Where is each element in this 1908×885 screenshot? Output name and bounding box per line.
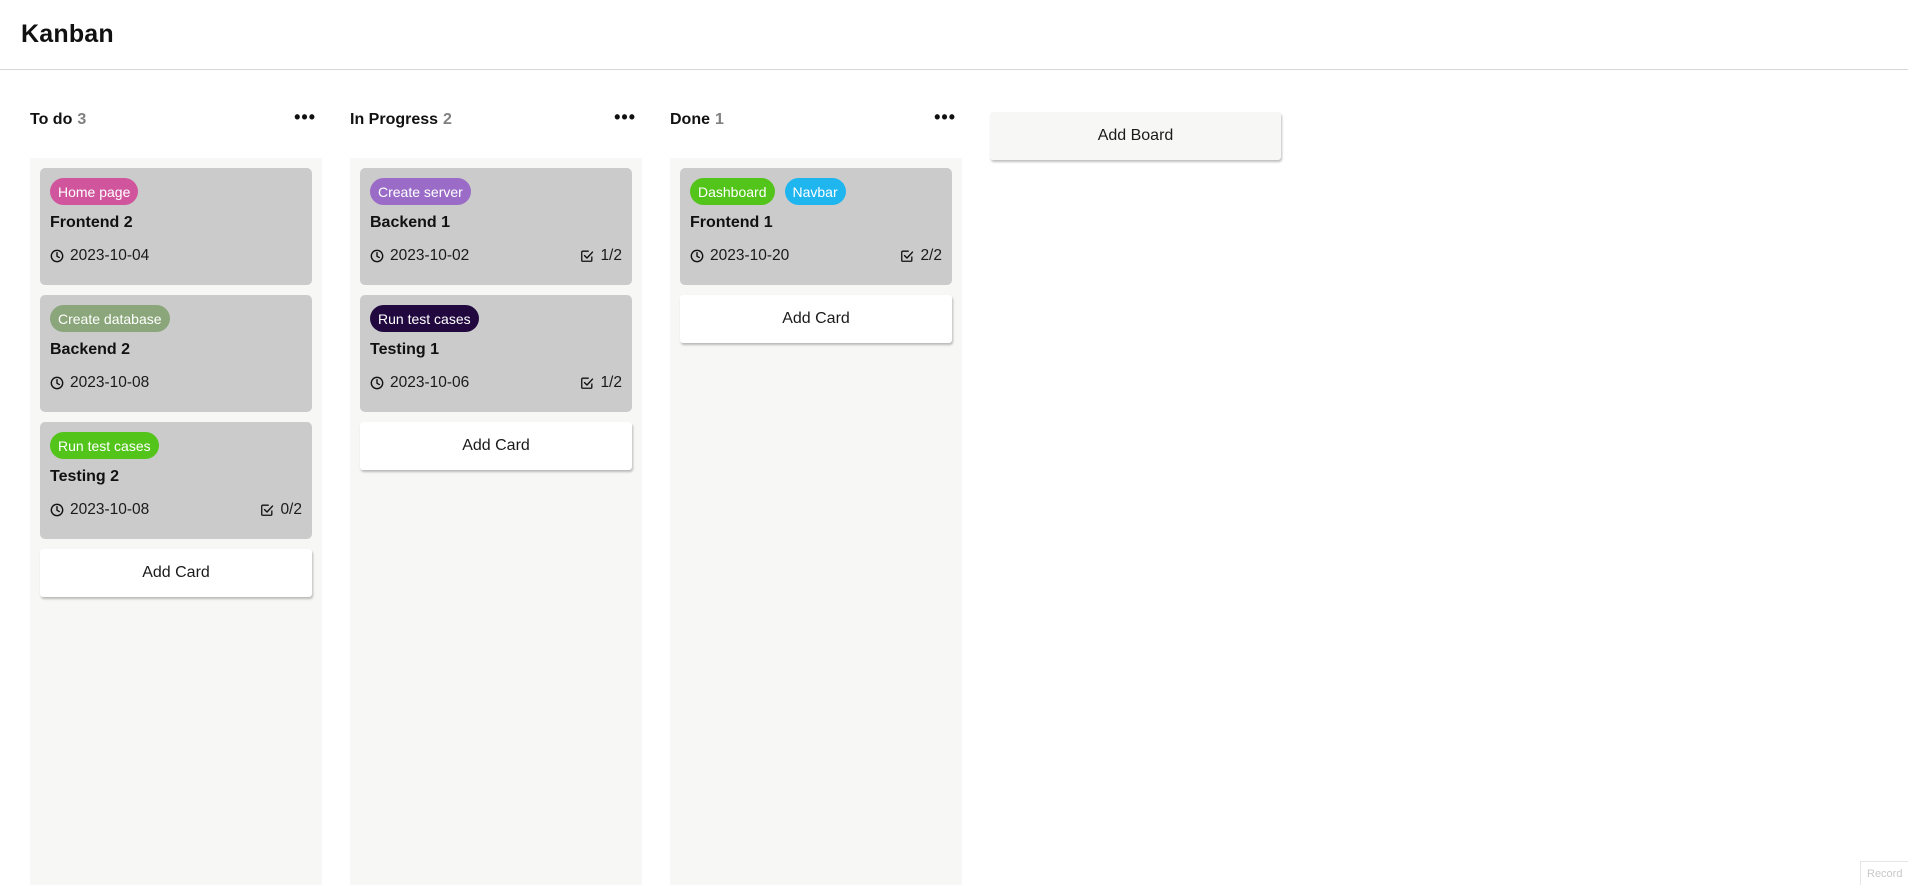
card-title: Backend 2: [50, 341, 131, 358]
board-cards-area: Create server Backend 1 2023-10-02 1/2 R…: [350, 158, 642, 885]
card-date-text: 2023-10-06: [390, 374, 470, 391]
card-title: Testing 1: [370, 341, 440, 358]
app-header: Kanban: [0, 0, 1908, 70]
card-label: Create database: [50, 305, 170, 332]
checkbox-icon: [901, 250, 914, 262]
card-date: 2023-10-20: [690, 247, 789, 265]
board-title: To do 3: [30, 111, 86, 129]
clock-icon: [50, 249, 64, 263]
checkbox-icon: [261, 504, 274, 516]
add-card-button[interactable]: Add Card: [40, 549, 312, 597]
board-card-count: 2: [443, 111, 452, 128]
card-labels: Run test cases: [370, 305, 622, 332]
card-label: Run test cases: [370, 305, 479, 332]
card[interactable]: Run test cases Testing 2 2023-10-08 0/2: [40, 422, 312, 539]
card-label: Create server: [370, 178, 471, 205]
board-card-count: 1: [715, 111, 724, 128]
card-tasks: 1/2: [580, 247, 622, 265]
board-in-progress: In Progress 2 ••• Create server Backend …: [350, 70, 642, 885]
card-tasks-text: 2/2: [920, 247, 942, 264]
board-done: Done 1 ••• Dashboard Navbar Frontend 1 2…: [670, 70, 962, 885]
clock-icon: [370, 376, 384, 390]
card-tasks-text: 1/2: [600, 247, 622, 264]
card-labels: Run test cases: [50, 432, 302, 459]
board-cards-area: Home page Frontend 2 2023-10-04 Create d…: [30, 158, 322, 885]
more-horizontal-icon[interactable]: •••: [932, 108, 958, 132]
card-title: Frontend 2: [50, 214, 133, 231]
corner-badge: Record: [1860, 861, 1908, 885]
clock-icon: [50, 503, 64, 517]
add-card-button[interactable]: Add Card: [360, 422, 632, 470]
card-date: 2023-10-08: [50, 501, 149, 519]
app-title: Kanban: [21, 20, 114, 48]
card-date: 2023-10-06: [370, 374, 469, 392]
card-footer: 2023-10-06 1/2: [370, 374, 622, 392]
card-labels: Home page: [50, 178, 302, 205]
card-footer: 2023-10-08: [50, 374, 302, 392]
card-label: Run test cases: [50, 432, 159, 459]
checkbox-icon: [581, 377, 594, 389]
add-card-button[interactable]: Add Card: [680, 295, 952, 343]
boards-container: To do 3 ••• Home page Frontend 2 2023-10…: [0, 70, 1908, 885]
card-date: 2023-10-08: [50, 374, 149, 392]
card[interactable]: Dashboard Navbar Frontend 1 2023-10-20 2…: [680, 168, 952, 285]
board-title: Done 1: [670, 111, 724, 129]
card-tasks: 0/2: [260, 501, 302, 519]
card[interactable]: Create database Backend 2 2023-10-08: [40, 295, 312, 412]
board-title-text: To do: [30, 111, 73, 128]
card-label: Navbar: [784, 178, 846, 205]
more-horizontal-icon[interactable]: •••: [292, 108, 318, 132]
card[interactable]: Home page Frontend 2 2023-10-04: [40, 168, 312, 285]
board-header: To do 3 •••: [30, 70, 322, 158]
board-header: In Progress 2 •••: [350, 70, 642, 158]
kanban-app: Kanban To do 3 ••• Home page Frontend 2: [0, 0, 1908, 885]
card-label: Home page: [50, 178, 139, 205]
more-horizontal-icon[interactable]: •••: [612, 108, 638, 132]
card[interactable]: Run test cases Testing 1 2023-10-06 1/2: [360, 295, 632, 412]
board-cards-area: Dashboard Navbar Frontend 1 2023-10-20 2…: [670, 158, 962, 885]
clock-icon: [50, 376, 64, 390]
board-title: In Progress 2: [350, 111, 452, 129]
clock-icon: [690, 249, 704, 263]
board-title-text: In Progress: [350, 111, 439, 128]
card-footer: 2023-10-04: [50, 247, 302, 265]
card-footer: 2023-10-08 0/2: [50, 501, 302, 519]
card-date: 2023-10-02: [370, 247, 469, 265]
card-date-text: 2023-10-08: [70, 374, 150, 391]
card-date: 2023-10-04: [50, 247, 149, 265]
card-label: Dashboard: [690, 178, 775, 205]
add-board-area: Add Board: [990, 70, 1281, 160]
card-labels: Create database: [50, 305, 302, 332]
card-title: Backend 1: [370, 214, 451, 231]
card-labels: Create server: [370, 178, 622, 205]
card-date-text: 2023-10-02: [390, 247, 470, 264]
card-footer: 2023-10-02 1/2: [370, 247, 622, 265]
card-tasks: 2/2: [900, 247, 942, 265]
card-tasks: 1/2: [580, 374, 622, 392]
card-date-text: 2023-10-04: [70, 247, 150, 264]
board-title-text: Done: [670, 111, 710, 128]
board-to-do: To do 3 ••• Home page Frontend 2 2023-10…: [30, 70, 322, 885]
card-tasks-text: 0/2: [280, 501, 302, 518]
card-tasks-text: 1/2: [600, 374, 622, 391]
board-header: Done 1 •••: [670, 70, 962, 158]
card-labels: Dashboard Navbar: [690, 178, 942, 205]
card[interactable]: Create server Backend 1 2023-10-02 1/2: [360, 168, 632, 285]
card-title: Frontend 1: [690, 214, 773, 231]
board-card-count: 3: [77, 111, 87, 128]
add-board-button[interactable]: Add Board: [990, 112, 1281, 160]
card-date-text: 2023-10-08: [70, 501, 150, 518]
clock-icon: [370, 249, 384, 263]
card-footer: 2023-10-20 2/2: [690, 247, 942, 265]
card-title: Testing 2: [50, 468, 120, 485]
card-date-text: 2023-10-20: [710, 247, 790, 264]
checkbox-icon: [581, 250, 594, 262]
